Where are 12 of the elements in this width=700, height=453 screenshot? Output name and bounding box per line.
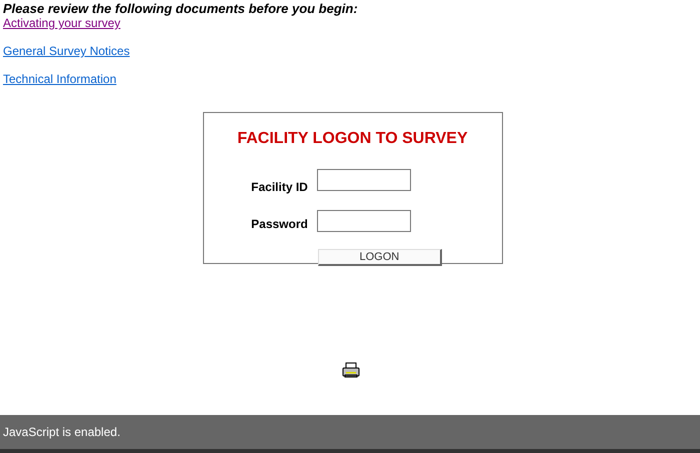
document-link[interactable]: Activating your survey [3, 16, 120, 30]
field-label: Password [251, 216, 308, 233]
printer-icon[interactable] [342, 362, 360, 378]
status-text: JavaScript is enabled. [2, 424, 120, 441]
intro-text: Please review the following documents before you begin: [3, 2, 359, 16]
input-field[interactable] [316, 210, 411, 232]
input-field[interactable] [316, 169, 411, 191]
document-link[interactable]: General Survey Notices [3, 44, 130, 58]
logon-button[interactable]: LOGON [318, 249, 442, 266]
field-label: Facility ID [251, 179, 308, 196]
logon-title: FACILITY LOGON TO SURVEY [237, 129, 468, 149]
document-link[interactable]: Technical Information [3, 72, 116, 86]
